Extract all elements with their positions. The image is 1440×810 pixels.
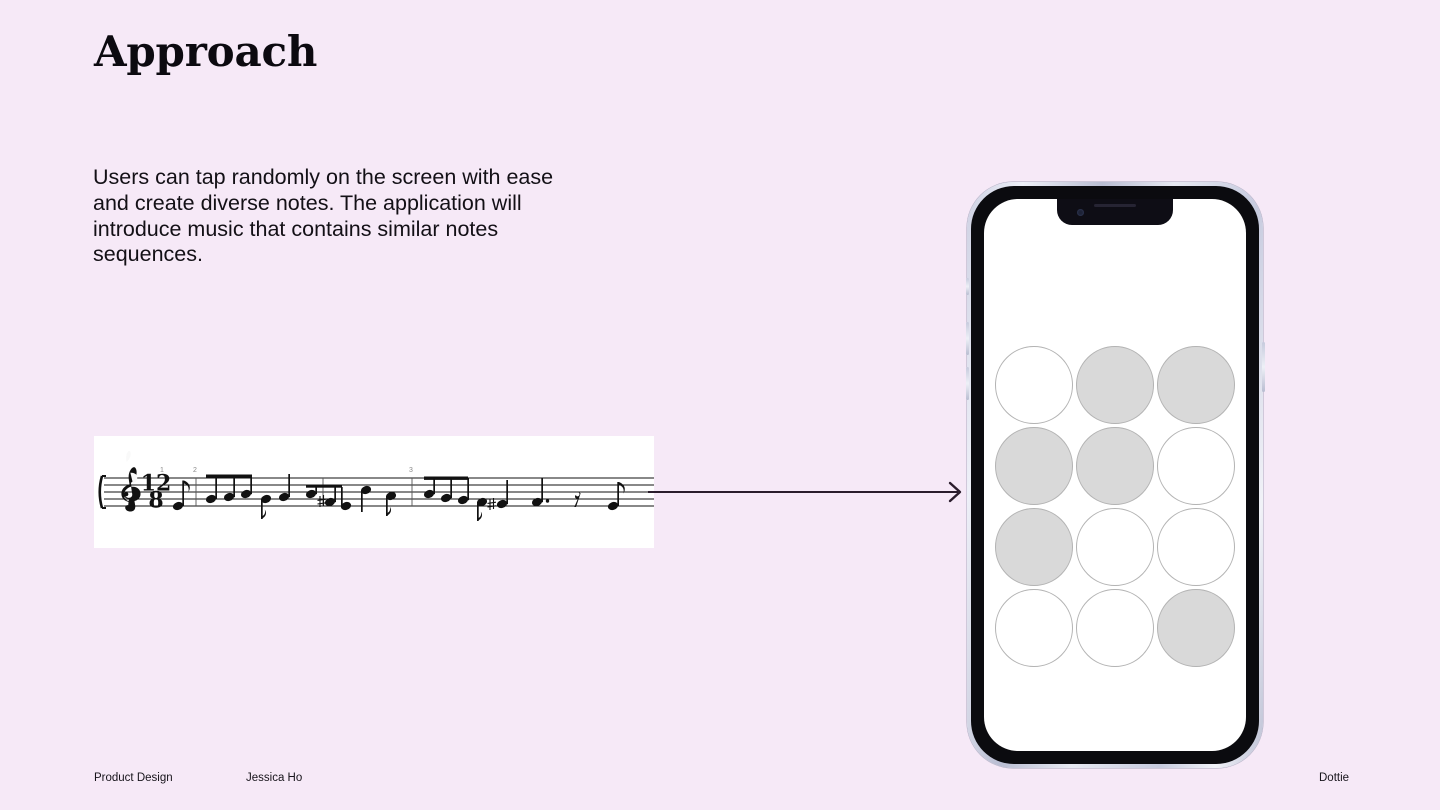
tap-dot-r3c2[interactable] — [1076, 508, 1154, 586]
note-glyphs — [172, 474, 625, 521]
tap-dot-r1c1[interactable] — [995, 346, 1073, 424]
phone-mockup — [965, 182, 1265, 768]
svg-text:8: 8 — [148, 488, 163, 514]
phone-screen[interactable] — [984, 199, 1246, 751]
svg-text:3: 3 — [409, 467, 413, 474]
svg-text:2: 2 — [193, 467, 197, 474]
volume-up-button[interactable] — [965, 322, 969, 355]
earpiece-speaker-icon — [1094, 204, 1136, 208]
footer-category: Product Design — [94, 772, 173, 784]
front-camera-icon — [1077, 208, 1084, 216]
svg-text:1: 1 — [160, 467, 164, 474]
tap-dot-r1c3[interactable] — [1157, 346, 1235, 424]
page-title: Approach — [94, 27, 318, 76]
footer-author: Jessica Ho — [246, 772, 303, 784]
tap-dot-r3c3[interactable] — [1157, 508, 1235, 586]
tap-dot-r1c2[interactable] — [1076, 346, 1154, 424]
sharp-accidental — [317, 495, 327, 507]
approach-description: Users can tap randomly on the screen wit… — [93, 165, 554, 267]
volume-down-button[interactable] — [965, 367, 969, 400]
arrow-right-icon — [648, 481, 962, 503]
time-signature: 12 8 — [141, 471, 172, 514]
sheet-music-notation: 12 8 1 2 3 — [98, 450, 654, 521]
tap-dot-r4c1[interactable] — [995, 589, 1073, 667]
sheet-music-panel: 12 8 1 2 3 — [94, 436, 654, 548]
tap-dot-r2c1[interactable] — [995, 427, 1073, 505]
tap-dot-r3c1[interactable] — [995, 508, 1073, 586]
footer-product-name: Dottie — [1319, 772, 1350, 784]
slide-canvas: Approach Users can tap randomly on the s… — [0, 0, 1440, 810]
tap-dot-r4c2[interactable] — [1076, 589, 1154, 667]
treble-clef — [121, 450, 141, 512]
phone-bezel — [971, 186, 1259, 764]
power-button[interactable] — [1261, 342, 1265, 392]
sharp-accidental-2 — [487, 498, 497, 510]
tap-dot-r2c2[interactable] — [1076, 427, 1154, 505]
tap-dot-grid — [995, 346, 1235, 670]
tap-dot-r2c3[interactable] — [1157, 427, 1235, 505]
mute-switch-button[interactable] — [965, 278, 969, 295]
tap-dot-r4c3[interactable] — [1157, 589, 1235, 667]
measure-numbers: 1 2 3 — [160, 467, 413, 474]
phone-notch — [1057, 199, 1173, 225]
